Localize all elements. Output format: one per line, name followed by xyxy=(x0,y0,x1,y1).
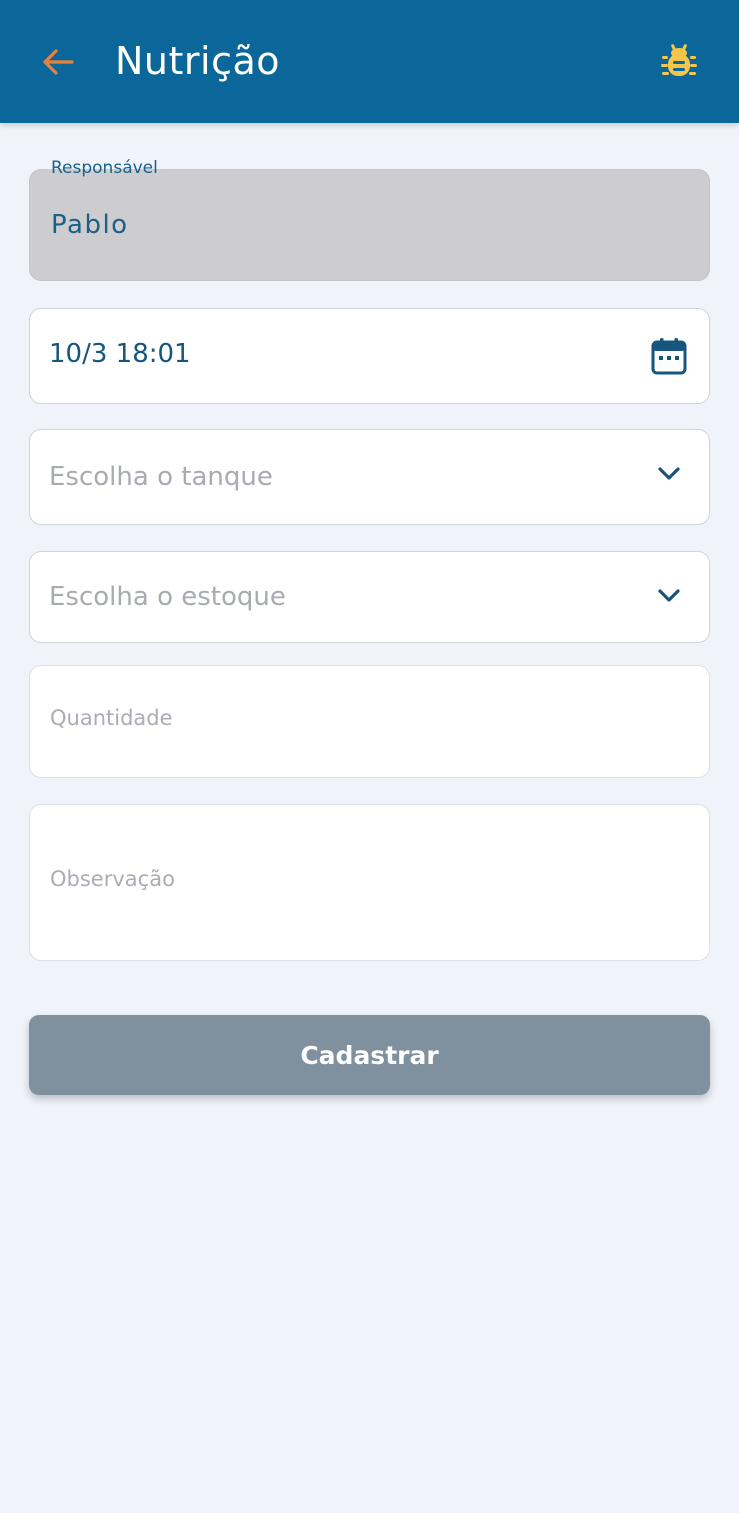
tanque-select[interactable]: Escolha o tanque xyxy=(29,429,710,525)
cadastrar-button[interactable]: Cadastrar xyxy=(29,1015,710,1095)
datetime-value: 10/3 18:01 xyxy=(49,339,191,369)
chevron-down-icon xyxy=(658,589,680,602)
estoque-placeholder: Escolha o estoque xyxy=(49,582,286,612)
calendar-icon[interactable] xyxy=(651,337,687,375)
app-bar: Nutrição xyxy=(0,0,739,123)
quantidade-placeholder: Quantidade xyxy=(50,706,173,730)
page-title: Nutrição xyxy=(115,39,281,83)
bug-icon xyxy=(661,44,697,76)
quantidade-input[interactable]: Quantidade xyxy=(29,665,710,778)
datetime-field[interactable]: 10/3 18:01 xyxy=(29,308,710,404)
tanque-placeholder: Escolha o tanque xyxy=(49,462,273,492)
observacao-input[interactable]: Observação xyxy=(29,804,710,961)
estoque-select[interactable]: Escolha o estoque xyxy=(29,551,710,643)
observacao-placeholder: Observação xyxy=(50,867,175,891)
responsavel-field: Pablo xyxy=(29,169,710,281)
arrow-left-icon xyxy=(43,49,74,75)
chevron-down-icon xyxy=(658,467,680,480)
debug-button[interactable] xyxy=(656,38,702,84)
responsavel-value: Pablo xyxy=(51,210,129,240)
responsavel-label: Responsável xyxy=(48,157,161,179)
back-button[interactable] xyxy=(36,40,80,84)
